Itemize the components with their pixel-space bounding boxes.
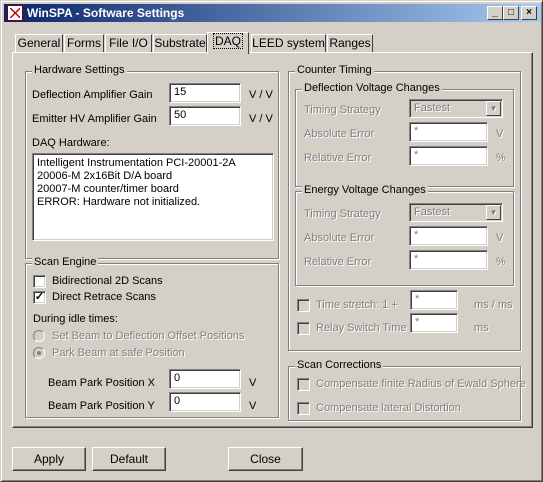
list-item: 20007-M counter/timer board [37,183,179,195]
time-stretch-input[interactable]: * [410,290,458,310]
tab-label: Ranges [329,36,371,50]
park-y-unit: V [249,400,257,412]
title-bar[interactable]: WinSPA - Software Settings _ □ × [4,4,541,22]
deflection-rel-error-input[interactable]: * [409,146,488,166]
lateral-distortion-label[interactable]: Compensate lateral Distortion [316,402,461,414]
counter-timing-group: Counter Timing Deflection Voltage Change… [288,64,521,351]
tab-leed-system[interactable]: LEED system [251,34,326,53]
close-window-button[interactable]: × [521,6,537,20]
park-y-label: Beam Park Position Y [48,400,155,412]
tab-daq[interactable]: DAQ [207,32,249,54]
scan-engine-legend: Scan Engine [32,256,99,268]
window-title: WinSPA - Software Settings [27,6,185,20]
deflection-gain-label: Deflection Amplifier Gain [32,89,153,101]
scan-corrections-group: Scan Corrections Compensate finite Radiu… [288,359,526,421]
scan-corrections-legend: Scan Corrections [295,359,384,371]
tab-label: General [17,36,61,50]
tab-substrate[interactable]: Substrate [153,34,207,53]
energy-abs-error-input[interactable]: * [409,226,488,246]
ewald-sphere-label[interactable]: Compensate finite Radius of Ewald Sphere [316,378,526,390]
minimize-button[interactable]: _ [487,6,503,20]
counter-timing-legend: Counter Timing [295,64,374,76]
deflection-abs-error-label: Absolute Error [304,128,375,140]
energy-changes-group: Energy Voltage Changes Timing Strategy F… [295,184,514,286]
daq-hardware-label: DAQ Hardware: [32,137,110,149]
direct-retrace-label[interactable]: Direct Retrace Scans [52,291,156,303]
deflection-rel-error-unit: % [496,152,506,164]
radio-deflection-offset[interactable] [33,330,45,342]
tab-general[interactable]: General [15,34,63,53]
tab-label: Forms [67,36,101,50]
list-item: Intelligent Instrumentation PCI-20001-2A [37,157,236,169]
scan-engine-group: Scan Engine Bidirectional 2D Scans ✓ Dir… [25,256,279,418]
tab-label: File I/O [109,36,148,50]
close-button[interactable]: Close [228,447,303,471]
relay-switch-label[interactable]: Relay Switch Time [316,322,406,334]
time-stretch-unit: ms / ms [474,299,513,311]
daq-hardware-list[interactable]: Intelligent Instrumentation PCI-20001-2A… [32,153,274,241]
deflection-gain-unit: V / V [249,89,273,101]
list-item: ERROR: Hardware not initialized. [37,196,201,208]
deflection-strategy-select[interactable]: Fastest ▼ [409,99,503,118]
tab-file-io[interactable]: File I/O [105,34,152,53]
direct-retrace-checkbox[interactable]: ✓ [33,291,46,304]
list-item: 20006-M 2x16Bit D/A board [37,170,173,182]
relay-switch-input[interactable]: * [410,313,458,333]
energy-changes-legend: Energy Voltage Changes [302,184,428,196]
settings-window: WinSPA - Software Settings _ □ × General… [0,0,543,482]
energy-rel-error-label: Relative Error [304,256,372,268]
energy-abs-error-label: Absolute Error [304,232,375,244]
energy-abs-error-unit: V [496,232,504,244]
chevron-down-icon[interactable]: ▼ [486,205,501,220]
tab-label: Substrate [154,36,206,50]
time-stretch-checkbox[interactable] [297,299,310,312]
hardware-settings-legend: Hardware Settings [32,64,127,76]
energy-strategy-value: Fastest [414,206,451,218]
emitter-gain-label: Emitter HV Amplifier Gain [32,113,157,125]
deflection-abs-error-input[interactable]: * [409,122,488,142]
bidirectional-label[interactable]: Bidirectional 2D Scans [52,275,163,287]
park-x-unit: V [249,377,257,389]
emitter-gain-unit: V / V [249,113,273,125]
deflection-rel-error-label: Relative Error [304,152,372,164]
deflection-changes-group: Deflection Voltage Changes Timing Strate… [295,82,514,187]
deflection-changes-legend: Deflection Voltage Changes [302,82,442,94]
tab-label: DAQ [212,33,243,49]
energy-strategy-select[interactable]: Fastest ▼ [409,203,503,222]
chevron-down-icon[interactable]: ▼ [486,101,501,116]
energy-strategy-label: Timing Strategy [304,208,381,220]
tab-label: LEED system [252,36,325,50]
lateral-distortion-checkbox[interactable] [297,402,310,415]
bidirectional-checkbox[interactable] [33,275,46,288]
ewald-sphere-checkbox[interactable] [297,378,310,391]
idle-times-label: During idle times: [33,313,118,325]
radio-deflection-offset-label[interactable]: Set Beam to Deflection Offset Positions [52,330,244,342]
park-y-input[interactable]: 0 [169,392,241,412]
deflection-strategy-value: Fastest [414,102,451,114]
time-stretch-label[interactable]: Time stretch: 1 + [316,299,398,311]
emitter-gain-input[interactable]: 50 [169,106,241,126]
relay-switch-unit: ms [474,322,489,334]
park-x-input[interactable]: 0 [169,369,241,389]
relay-switch-checkbox[interactable] [297,322,310,335]
default-button[interactable]: Default [92,447,166,471]
deflection-abs-error-unit: V [496,128,504,140]
energy-rel-error-input[interactable]: * [409,250,488,270]
energy-rel-error-unit: % [496,256,506,268]
hardware-settings-group: Hardware Settings Deflection Amplifier G… [25,64,279,259]
app-icon [7,5,23,21]
maximize-button[interactable]: □ [503,6,519,20]
tab-ranges[interactable]: Ranges [327,34,373,53]
tab-forms[interactable]: Forms [64,34,104,53]
daq-tab-panel: Hardware Settings Deflection Amplifier G… [12,52,533,428]
park-x-label: Beam Park Position X [48,377,155,389]
deflection-strategy-label: Timing Strategy [304,104,381,116]
apply-button[interactable]: Apply [12,447,86,471]
deflection-gain-input[interactable]: 15 [169,83,241,103]
radio-park-beam-label[interactable]: Park Beam at safe Position [52,347,185,359]
radio-park-beam[interactable] [33,347,45,359]
